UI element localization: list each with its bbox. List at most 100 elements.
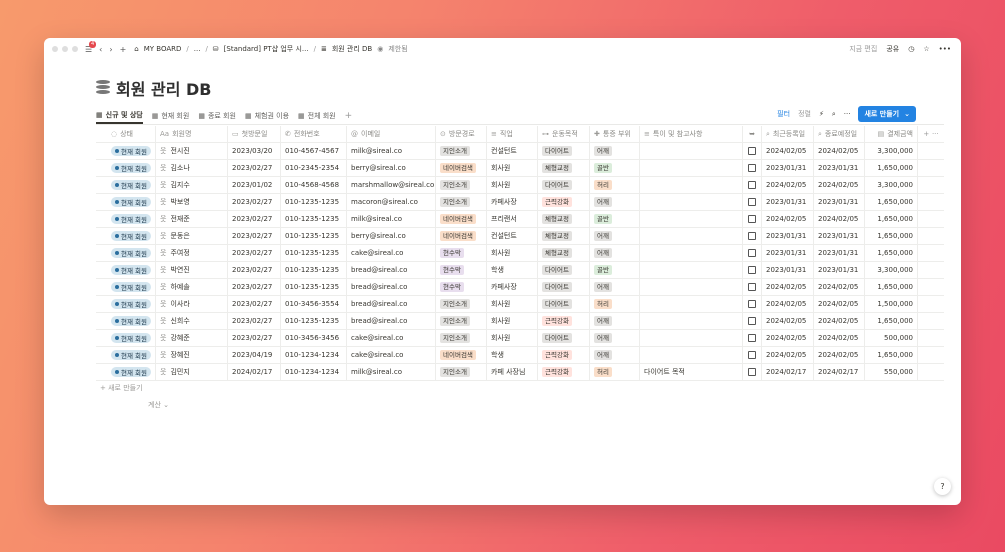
payment-cell[interactable]: 3,300,000 bbox=[865, 142, 918, 160]
job-cell[interactable]: 컨설턴트 bbox=[487, 227, 538, 245]
column-header-goal[interactable]: ⊶ 운동목적 bbox=[538, 125, 590, 143]
pain-area-cell[interactable]: 어깨 bbox=[590, 278, 640, 296]
name-cell[interactable]: 웃 박보영 bbox=[156, 193, 228, 211]
route-cell[interactable]: 지인소개 bbox=[436, 329, 487, 347]
column-header-notes[interactable]: ≡ 특이 및 참고사항 bbox=[640, 125, 743, 143]
payment-cell[interactable]: 1,650,000 bbox=[865, 159, 918, 177]
goal-cell[interactable]: 체형교정 bbox=[538, 227, 590, 245]
payment-cell[interactable]: 550,000 bbox=[865, 363, 918, 381]
tab-trial[interactable]: ▦ 체험권 이용 bbox=[245, 108, 289, 124]
tab-current-members[interactable]: ▦ 현재 회원 bbox=[152, 108, 190, 124]
notes-cell[interactable] bbox=[640, 261, 743, 279]
first-visit-cell[interactable]: 2023/02/27 bbox=[228, 261, 281, 279]
route-cell[interactable]: 현수막 bbox=[436, 244, 487, 262]
status-cell[interactable]: 현재 회원 bbox=[96, 278, 156, 296]
notes-cell[interactable] bbox=[640, 244, 743, 262]
first-visit-cell[interactable]: 2023/03/20 bbox=[228, 142, 281, 160]
phone-cell[interactable]: 010-3456-3456 bbox=[281, 329, 347, 347]
phone-cell[interactable]: 010-3456-3554 bbox=[281, 295, 347, 313]
email-cell[interactable]: cake@sireal.co bbox=[347, 329, 436, 347]
search-icon[interactable]: ⌕ bbox=[832, 110, 836, 119]
breadcrumb-board[interactable]: MY BOARD bbox=[144, 45, 182, 53]
last-registered-cell[interactable]: 2024/02/17 bbox=[762, 363, 814, 381]
route-cell[interactable]: 지인소개 bbox=[436, 142, 487, 160]
last-registered-cell[interactable]: 2023/01/31 bbox=[762, 159, 814, 177]
phone-cell[interactable]: 010-1235-1235 bbox=[281, 278, 347, 296]
table-row[interactable]: 현재 회원 웃 하예솔 2023/02/27 010-1235-1235 bread@si… bbox=[96, 278, 944, 296]
first-visit-cell[interactable]: 2023/02/27 bbox=[228, 278, 281, 296]
table-row[interactable]: 현재 회원 웃 김소나 2023/02/27 010-2345-2354 berry@si… bbox=[96, 159, 944, 177]
job-cell[interactable]: 카페사장 bbox=[487, 193, 538, 211]
payment-cell[interactable]: 1,650,000 bbox=[865, 227, 918, 245]
last-registered-cell[interactable]: 2024/02/05 bbox=[762, 312, 814, 330]
table-row[interactable]: 현재 회원 웃 김민지 2024/02/17 010-1234-1234 milk@sir… bbox=[96, 363, 944, 381]
column-header-phone[interactable]: ✆ 전화번호 bbox=[281, 125, 347, 143]
last-registered-cell[interactable]: 2024/02/05 bbox=[762, 346, 814, 364]
last-registered-cell[interactable]: 2024/02/05 bbox=[762, 176, 814, 194]
back-arrow-icon[interactable]: ‹ bbox=[99, 45, 102, 54]
column-header-route[interactable]: ⊙ 방문경로 bbox=[436, 125, 487, 143]
end-date-cell[interactable]: 2024/02/05 bbox=[814, 346, 865, 364]
name-cell[interactable]: 웃 김지수 bbox=[156, 176, 228, 194]
last-registered-cell[interactable]: 2024/02/05 bbox=[762, 210, 814, 228]
status-cell[interactable]: 현재 회원 bbox=[96, 261, 156, 279]
route-cell[interactable]: 네이버검색 bbox=[436, 210, 487, 228]
table-row[interactable]: 현재 회원 웃 강혜준 2023/02/27 010-3456-3456 cake@sir… bbox=[96, 329, 944, 347]
notes-cell[interactable] bbox=[640, 227, 743, 245]
notes-cell[interactable] bbox=[640, 312, 743, 330]
goal-cell[interactable]: 근력강화 bbox=[538, 363, 590, 381]
route-cell[interactable]: 지인소개 bbox=[436, 312, 487, 330]
phone-cell[interactable]: 010-1234-1234 bbox=[281, 363, 347, 381]
payment-cell[interactable]: 500,000 bbox=[865, 329, 918, 347]
job-cell[interactable]: 학생 bbox=[487, 346, 538, 364]
phone-cell[interactable]: 010-2345-2354 bbox=[281, 159, 347, 177]
table-row[interactable]: 현재 회원 웃 문동은 2023/02/27 010-1235-1235 berry@si… bbox=[96, 227, 944, 245]
pain-area-cell[interactable]: 어깨 bbox=[590, 244, 640, 262]
email-cell[interactable]: bread@sireal.co bbox=[347, 261, 436, 279]
tab-all-members[interactable]: ▦ 전체 회원 bbox=[298, 108, 336, 124]
route-cell[interactable]: 현수막 bbox=[436, 278, 487, 296]
sort-button[interactable]: 정렬 bbox=[798, 109, 811, 119]
end-date-cell[interactable]: 2023/01/31 bbox=[814, 193, 865, 211]
job-cell[interactable]: 회사원 bbox=[487, 295, 538, 313]
payment-cell[interactable]: 1,650,000 bbox=[865, 193, 918, 211]
page-title[interactable]: 회원 관리 DB bbox=[116, 76, 212, 100]
email-cell[interactable]: berry@sireal.co bbox=[347, 159, 436, 177]
goal-cell[interactable]: 근력강화 bbox=[538, 346, 590, 364]
notes-cell[interactable] bbox=[640, 346, 743, 364]
first-visit-cell[interactable]: 2023/02/27 bbox=[228, 227, 281, 245]
notes-cell[interactable] bbox=[640, 210, 743, 228]
phone-cell[interactable]: 010-1235-1235 bbox=[281, 227, 347, 245]
job-cell[interactable]: 프리랜서 bbox=[487, 210, 538, 228]
end-date-cell[interactable]: 2024/02/05 bbox=[814, 210, 865, 228]
pain-area-cell[interactable]: 어깨 bbox=[590, 227, 640, 245]
end-date-cell[interactable]: 2023/01/31 bbox=[814, 159, 865, 177]
job-cell[interactable]: 컨설턴트 bbox=[487, 142, 538, 160]
notes-cell[interactable] bbox=[640, 278, 743, 296]
lightning-icon[interactable]: ⚡ bbox=[819, 110, 824, 118]
job-cell[interactable]: 회사원 bbox=[487, 329, 538, 347]
new-row-button[interactable]: + 새로 만들기 bbox=[100, 383, 143, 393]
job-cell[interactable]: 카페사장 bbox=[487, 278, 538, 296]
pain-area-cell[interactable]: 어깨 bbox=[590, 142, 640, 160]
email-cell[interactable]: bread@sireal.co bbox=[347, 312, 436, 330]
notes-cell[interactable]: 다이어트 목적 bbox=[640, 363, 743, 381]
name-cell[interactable]: 웃 김소나 bbox=[156, 159, 228, 177]
last-registered-cell[interactable]: 2024/02/05 bbox=[762, 329, 814, 347]
status-cell[interactable]: 현재 회원 bbox=[96, 295, 156, 313]
column-header-checkbox[interactable]: ➥ bbox=[743, 125, 762, 143]
row-checkbox[interactable] bbox=[748, 249, 756, 257]
add-view-icon[interactable]: + bbox=[345, 111, 353, 121]
payment-cell[interactable]: 1,650,000 bbox=[865, 278, 918, 296]
last-registered-cell[interactable]: 2023/01/31 bbox=[762, 193, 814, 211]
job-cell[interactable]: 학생 bbox=[487, 261, 538, 279]
job-cell[interactable]: 회사원 bbox=[487, 312, 538, 330]
end-date-cell[interactable]: 2024/02/05 bbox=[814, 278, 865, 296]
name-cell[interactable]: 웃 신희수 bbox=[156, 312, 228, 330]
forward-arrow-icon[interactable]: › bbox=[109, 45, 112, 54]
end-date-cell[interactable]: 2024/02/05 bbox=[814, 295, 865, 313]
email-cell[interactable]: cake@sireal.co bbox=[347, 244, 436, 262]
name-cell[interactable]: 웃 주여정 bbox=[156, 244, 228, 262]
last-registered-cell[interactable]: 2023/01/31 bbox=[762, 244, 814, 262]
route-cell[interactable]: 네이버검색 bbox=[436, 227, 487, 245]
